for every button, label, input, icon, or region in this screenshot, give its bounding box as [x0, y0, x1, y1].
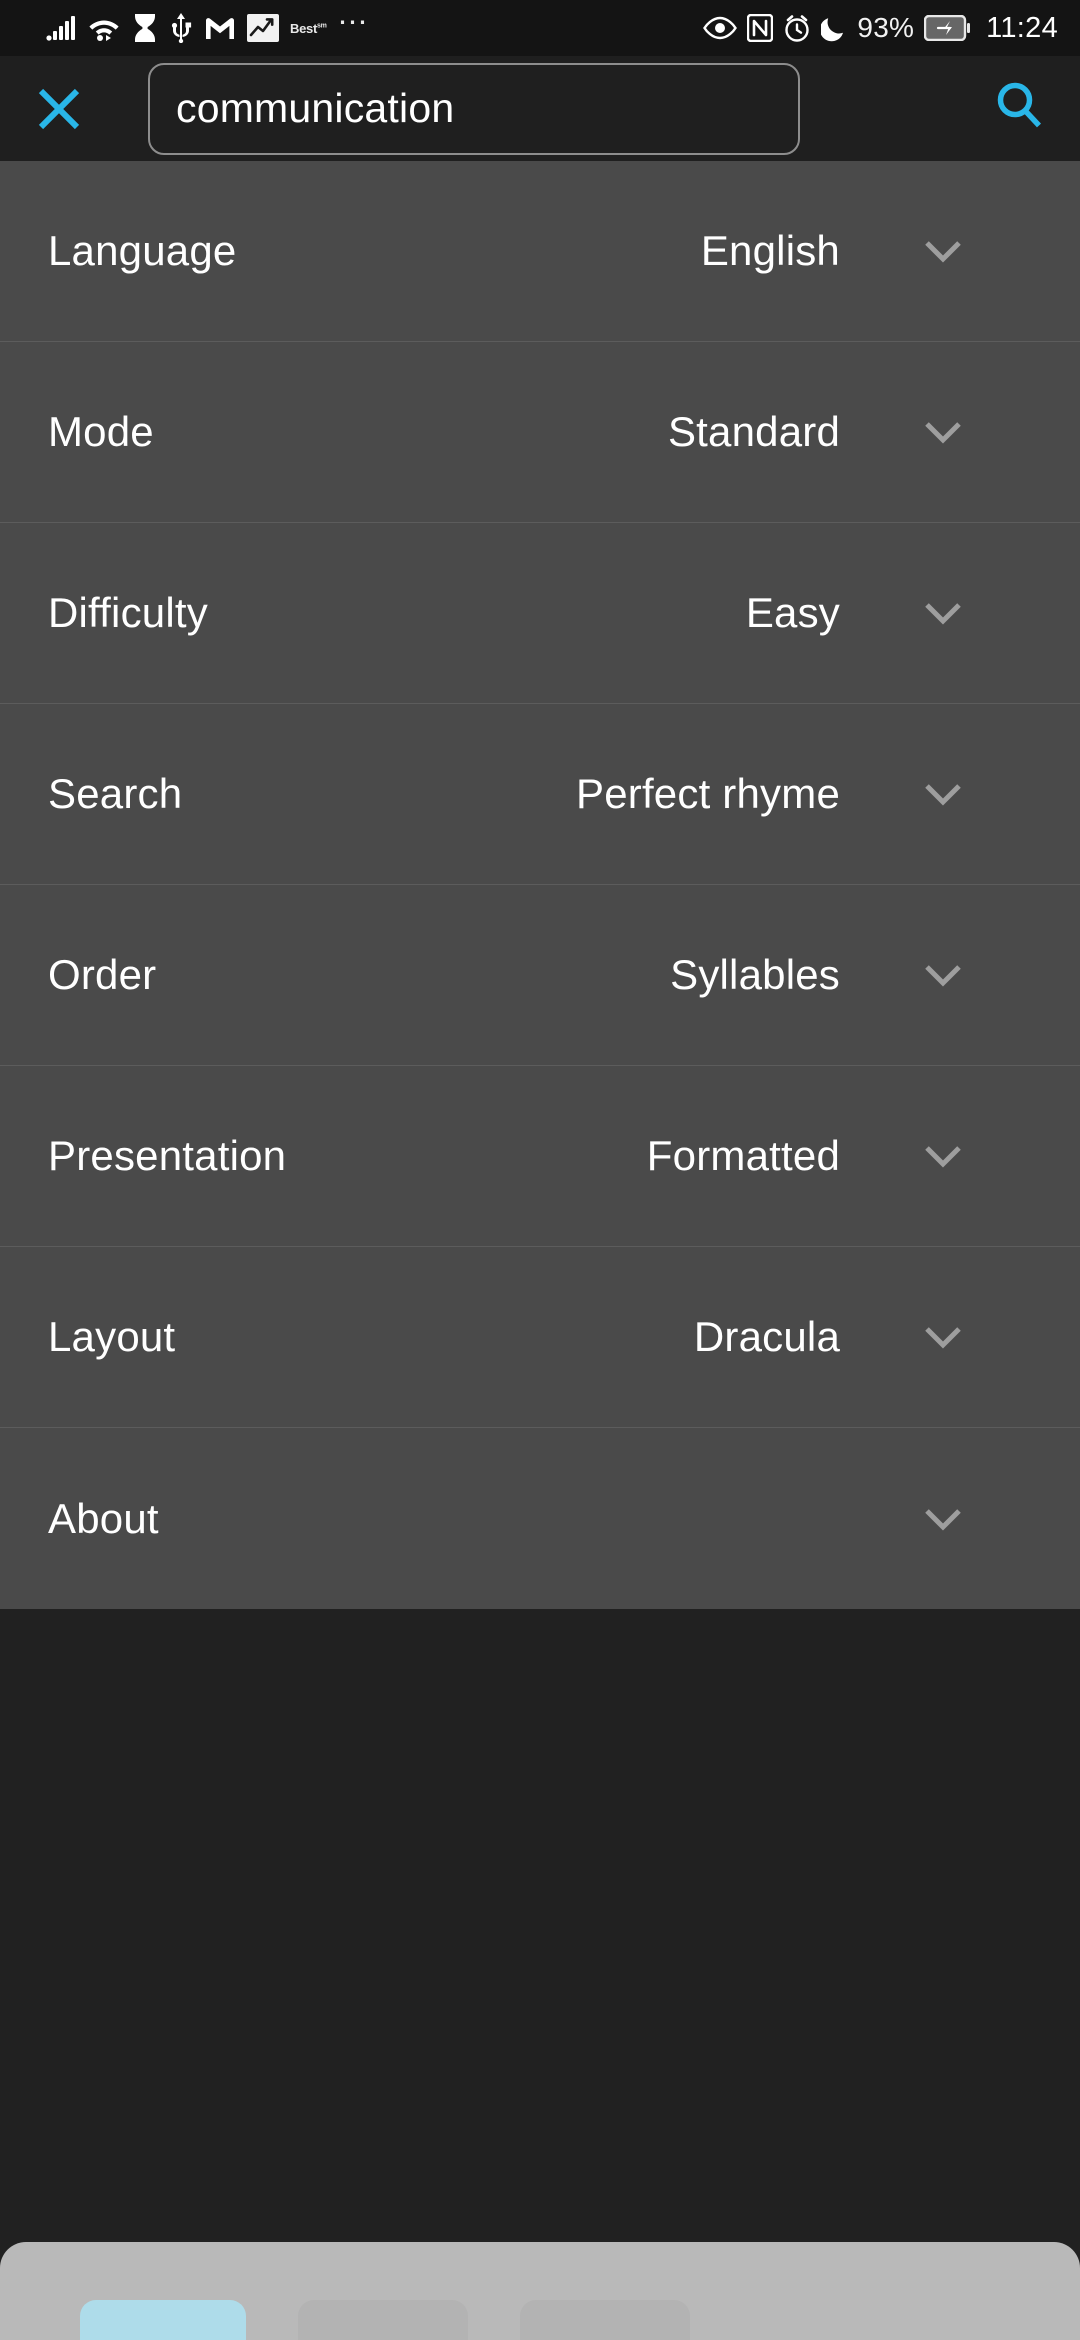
chevron-down-icon[interactable] [921, 953, 965, 997]
settings-row-label: Search [48, 770, 183, 817]
settings-row-value: Syllables [670, 951, 840, 998]
chevron-down-icon[interactable] [921, 1497, 965, 1541]
search-input-value: communication [176, 85, 455, 131]
settings-row-difficulty[interactable]: Difficulty Easy [0, 523, 1080, 704]
best-badge-icon: Bestsm [290, 20, 327, 36]
settings-row-value: English [700, 227, 840, 274]
settings-row-search[interactable]: Search Perfect rhyme [0, 704, 1080, 885]
clock-label: 11:24 [986, 11, 1058, 44]
settings-list: Language English Mode Standard Difficult… [0, 161, 1080, 1609]
battery-percent-label: 93% [857, 12, 915, 43]
status-bar-left-icons: Bestsm ⋯ [46, 6, 371, 43]
search-header: communication [0, 56, 1080, 161]
usb-icon [169, 13, 193, 43]
hourglass-icon [132, 13, 158, 43]
settings-row-value: Easy [745, 589, 840, 636]
chevron-down-icon[interactable] [921, 229, 965, 273]
wifi-icon [87, 14, 121, 42]
settings-row-order[interactable]: Order Syllables [0, 885, 1080, 1066]
nfc-icon [747, 14, 774, 42]
settings-row-value: Standard [667, 408, 840, 455]
settings-row-label: About [48, 1494, 159, 1542]
chevron-down-icon[interactable] [921, 1315, 965, 1359]
chevron-down-icon[interactable] [921, 1134, 965, 1178]
settings-row-mode[interactable]: Mode Standard [0, 342, 1080, 523]
chevron-down-icon[interactable] [921, 772, 965, 816]
settings-row-label: Language [48, 227, 237, 274]
results-empty-area [0, 1609, 1080, 2242]
settings-row-value: Formatted [646, 1132, 840, 1179]
alarm-clock-icon [783, 13, 811, 43]
more-icons-overflow: ⋯ [337, 6, 371, 39]
search-submit-button[interactable] [960, 56, 1080, 161]
status-bar-right-icons: 93% 11:24 [703, 12, 1058, 45]
keyboard-suggestion-strip[interactable] [0, 2296, 1080, 2340]
magnifier-icon [991, 77, 1049, 140]
gmail-icon [204, 14, 236, 42]
do-not-disturb-moon-icon [821, 14, 847, 42]
close-x-icon [32, 82, 86, 136]
stocks-chart-icon [247, 13, 279, 43]
keyboard-panel[interactable] [0, 2242, 1080, 2340]
suggestion-chip-selected[interactable] [80, 2300, 246, 2340]
settings-row-language[interactable]: Language English [0, 161, 1080, 342]
settings-row-label: Presentation [48, 1132, 287, 1179]
eye-comfort-icon [703, 16, 738, 40]
settings-row-label: Mode [48, 408, 154, 455]
search-input[interactable]: communication [148, 62, 800, 155]
settings-row-label: Difficulty [48, 589, 208, 636]
settings-row-label: Order [48, 951, 157, 998]
status-bar: Bestsm ⋯ 93% 11:24 [0, 0, 1080, 56]
chevron-down-icon[interactable] [921, 410, 965, 454]
suggestion-chip[interactable] [520, 2300, 690, 2340]
settings-row-value: Perfect rhyme [575, 770, 840, 817]
suggestion-chip[interactable] [298, 2300, 468, 2340]
settings-row-about[interactable]: About [0, 1428, 1080, 1609]
close-search-button[interactable] [0, 56, 118, 161]
settings-row-layout[interactable]: Layout Dracula [0, 1247, 1080, 1428]
settings-row-value: Dracula [693, 1313, 840, 1360]
battery-charging-icon [924, 15, 971, 41]
settings-row-label: Layout [48, 1313, 176, 1360]
signal-bars-icon [46, 14, 76, 42]
chevron-down-icon[interactable] [921, 591, 965, 635]
settings-row-presentation[interactable]: Presentation Formatted [0, 1066, 1080, 1247]
